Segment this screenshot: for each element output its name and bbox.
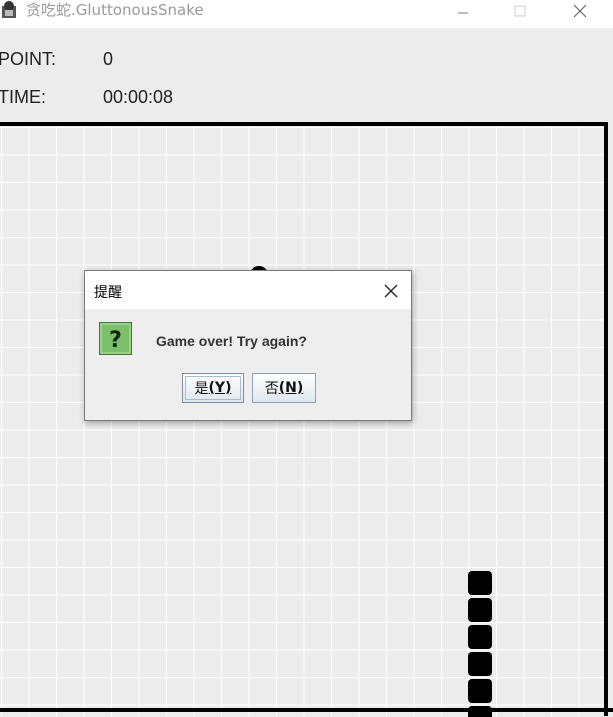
snake-segment — [468, 598, 492, 622]
close-icon — [384, 284, 398, 298]
svg-text:?: ? — [109, 328, 122, 353]
close-button[interactable] — [557, 0, 603, 22]
time-label: TIME: — [0, 87, 46, 107]
maximize-icon — [514, 5, 526, 17]
window-title-bar: 贪吃蛇.GluttonousSnake — [0, 0, 613, 28]
dialog-message: Game over! Try again? — [156, 333, 307, 349]
yes-button[interactable]: 是 (Y) — [182, 373, 244, 403]
yes-button-label: 是 — [194, 381, 209, 397]
no-button-label: 否 — [264, 381, 279, 397]
no-mnemonic: (N) — [278, 380, 304, 396]
app-icon — [2, 1, 16, 18]
board-bottom-border — [0, 708, 613, 712]
dialog-title-bar: 提醒 — [85, 271, 411, 309]
time-value: 00:00:08 — [103, 87, 174, 107]
question-icon: ? — [99, 322, 132, 355]
game-over-dialog: 提醒 ? Game over! Try again? 是 (Y) 否 (N) — [84, 270, 412, 421]
snake-segment — [468, 679, 492, 703]
snake-segment — [468, 625, 492, 649]
minimize-button[interactable] — [440, 0, 486, 22]
dialog-close-button[interactable] — [377, 279, 405, 303]
close-icon — [573, 4, 587, 18]
window-title: 贪吃蛇.GluttonousSnake — [26, 1, 204, 19]
minimize-icon — [458, 12, 468, 14]
snake-segment — [468, 652, 492, 676]
point-label: POINT: — [0, 49, 57, 69]
no-button[interactable]: 否 (N) — [252, 373, 316, 403]
maximize-button[interactable] — [497, 0, 543, 22]
point-value: 0 — [103, 49, 114, 69]
dialog-title: 提醒 — [94, 285, 122, 301]
snake-segment — [468, 706, 492, 717]
snake-segment — [468, 571, 492, 595]
yes-mnemonic: (Y) — [208, 380, 232, 396]
